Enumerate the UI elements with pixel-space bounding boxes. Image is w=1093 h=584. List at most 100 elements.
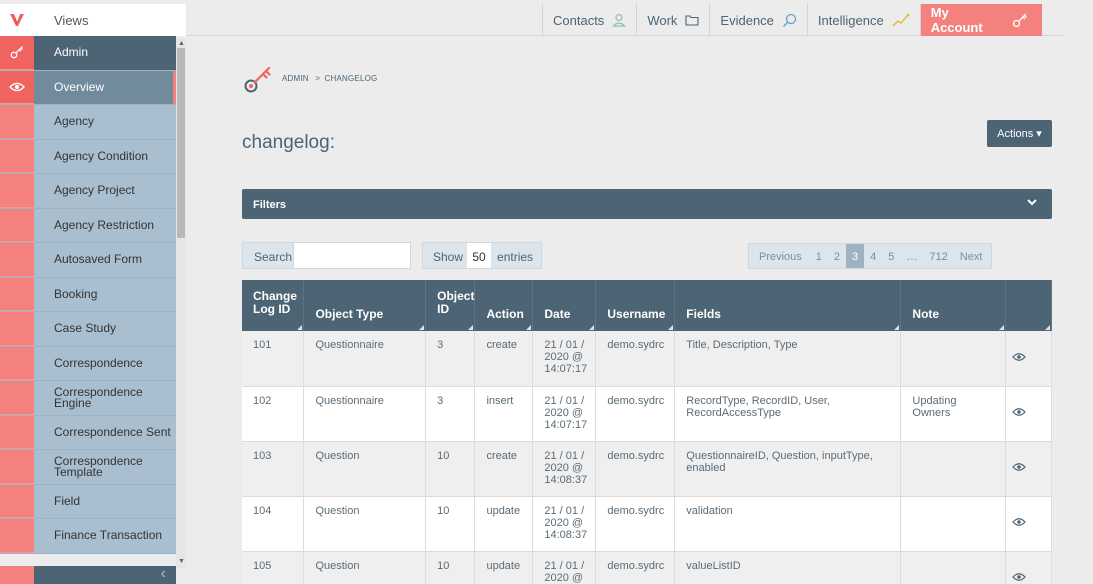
eye-icon: [0, 70, 34, 104]
logo[interactable]: [0, 4, 34, 36]
view-eye-icon[interactable]: [1005, 496, 1052, 552]
cell-fields: Title, Description, Type: [674, 331, 902, 387]
trend-icon: [892, 13, 909, 27]
cell-object-type: Question: [303, 496, 427, 552]
cell-object-id: 3: [425, 331, 476, 387]
chevron-left-icon[interactable]: ‹: [34, 566, 176, 584]
view-eye-icon[interactable]: [1005, 551, 1052, 584]
breadcrumb-current: CHANGELOG: [324, 74, 378, 83]
cell-note: [900, 331, 1007, 387]
pager-page[interactable]: 2: [828, 244, 846, 268]
sidebar-item[interactable]: Agency Project: [0, 174, 186, 209]
nav-my-account[interactable]: My Account: [919, 4, 1042, 36]
search-input[interactable]: [293, 242, 411, 269]
pager-page[interactable]: 5: [882, 244, 900, 268]
sidebar-item-marker: [0, 174, 34, 208]
sidebar-item-marker: [0, 346, 34, 380]
scroll-up-icon[interactable]: ▲: [178, 40, 185, 47]
sidebar-item[interactable]: Field: [0, 484, 186, 519]
sidebar-item[interactable]: Admin: [0, 36, 186, 71]
cell-action: update: [474, 551, 534, 584]
nav-contacts[interactable]: Contacts: [542, 4, 636, 36]
sidebar-scrollbar[interactable]: [176, 38, 186, 568]
magnifier-icon: [782, 13, 797, 27]
sidebar-item-marker: [0, 519, 34, 553]
sidebar-item-label: Admin: [34, 36, 176, 70]
pager-page[interactable]: 1: [810, 244, 828, 268]
column-header[interactable]: [1005, 280, 1052, 331]
sidebar-nav: Admin Overview Agency Agency Condition Agenc…: [0, 36, 186, 584]
cell-change-log-id: 105: [242, 551, 305, 584]
column-header[interactable]: Note: [900, 280, 1007, 331]
nav-evidence[interactable]: Evidence: [709, 4, 806, 36]
sidebar-item[interactable]: Finance Transaction: [0, 519, 186, 554]
top-bar: Contacts Work Evidence Intelligence My A…: [186, 4, 1064, 36]
cell-note: [900, 551, 1007, 584]
table-row[interactable]: 101 Questionnaire 3 create 21 / 01 / 2020 @ …: [242, 331, 1052, 387]
nav-work[interactable]: Work: [636, 4, 709, 36]
sidebar-item[interactable]: Correspondence Template: [0, 450, 186, 485]
cell-date: 21 / 01 / 2020 @ 14:07:17: [532, 386, 597, 442]
actions-button[interactable]: Actions ▾: [987, 120, 1052, 147]
scrollbar-thumb[interactable]: [177, 48, 185, 238]
sidebar-item-marker: [0, 312, 34, 346]
key-icon: [1012, 13, 1027, 28]
column-header[interactable]: Date: [532, 280, 597, 331]
cell-action: insert: [474, 386, 534, 442]
table-row[interactable]: 104 Question 10 update 21 / 01 / 2020 @ 14:0…: [242, 496, 1052, 552]
chevron-down-icon[interactable]: [1026, 197, 1038, 207]
show-label: Show: [433, 250, 464, 264]
sidebar-item[interactable]: Case Study: [0, 312, 186, 347]
page-size-group: Show 50 entries: [422, 242, 543, 269]
sidebar-item[interactable]: Agency: [0, 105, 186, 140]
sidebar-item[interactable]: Booking: [0, 277, 186, 312]
table-row[interactable]: 103 Question 10 create 21 / 01 / 2020 @ 14:0…: [242, 441, 1052, 497]
column-header[interactable]: Object ID: [425, 280, 476, 331]
changelog-table-wrapper: Change Log ID Object Type Object ID Action D…: [242, 280, 1052, 584]
cell-fields: QuestionnaireID, Question, inputType, en…: [674, 441, 902, 497]
view-eye-icon[interactable]: [1005, 441, 1052, 497]
sidebar-item[interactable]: Correspondence: [0, 346, 186, 381]
scroll-down-icon[interactable]: ▼: [178, 558, 185, 565]
sidebar-item[interactable]: Correspondence Engine: [0, 381, 186, 416]
entries-label: entries: [497, 250, 534, 264]
sidebar-item-label: Booking: [34, 277, 176, 311]
pager-page[interactable]: 712: [923, 244, 953, 268]
sidebar-item-marker: [0, 381, 34, 415]
sidebar-item-label: Autosaved Form: [34, 243, 176, 277]
column-header[interactable]: Action: [474, 280, 534, 331]
cell-username: demo.sydrc: [595, 496, 676, 552]
sidebar-item-label: Case Study: [34, 312, 176, 346]
page-size-select[interactable]: 50: [467, 243, 492, 268]
cell-note: [900, 441, 1007, 497]
pager-page[interactable]: 3: [846, 244, 865, 268]
column-header[interactable]: Change Log ID: [242, 280, 305, 331]
filters-panel[interactable]: Filters: [242, 189, 1052, 219]
sidebar-item[interactable]: Agency Restriction: [0, 208, 186, 243]
view-eye-icon[interactable]: [1005, 331, 1052, 387]
sidebar-item[interactable]: Autosaved Form: [0, 243, 186, 278]
sidebar-item-label: Correspondence Template: [34, 450, 176, 484]
column-header[interactable]: Object Type: [303, 280, 427, 331]
column-header[interactable]: Fields: [674, 280, 902, 331]
filters-label: Filters: [253, 199, 287, 211]
pager-next[interactable]: Next: [954, 244, 992, 268]
cell-fields: RecordType, RecordID, User, RecordAccess…: [674, 386, 902, 442]
column-header[interactable]: Username: [595, 280, 676, 331]
sidebar-item-label: Field: [34, 484, 176, 518]
sidebar-item[interactable]: Overview: [0, 70, 186, 105]
cell-username: demo.sydrc: [595, 386, 676, 442]
table-body: 101 Questionnaire 3 create 21 / 01 / 2020 @ …: [242, 331, 1052, 584]
nav-contacts-label: Contacts: [553, 12, 605, 28]
table-row[interactable]: 102 Questionnaire 3 insert 21 / 01 / 2020 @ …: [242, 386, 1052, 442]
nav-intelligence[interactable]: Intelligence: [806, 4, 920, 36]
cell-action: create: [474, 441, 534, 497]
table-row[interactable]: 105 Question 10 update 21 / 01 / 2020 @ demo.…: [242, 551, 1052, 584]
pager-previous[interactable]: Previous: [749, 244, 810, 268]
nav-evidence-label: Evidence: [720, 12, 774, 28]
sidebar-item[interactable]: Agency Condition: [0, 139, 186, 174]
breadcrumb-admin[interactable]: ADMIN: [282, 74, 309, 83]
view-eye-icon[interactable]: [1005, 386, 1052, 442]
sidebar-item[interactable]: Correspondence Sent: [0, 415, 186, 450]
pager-page[interactable]: 4: [864, 244, 882, 268]
